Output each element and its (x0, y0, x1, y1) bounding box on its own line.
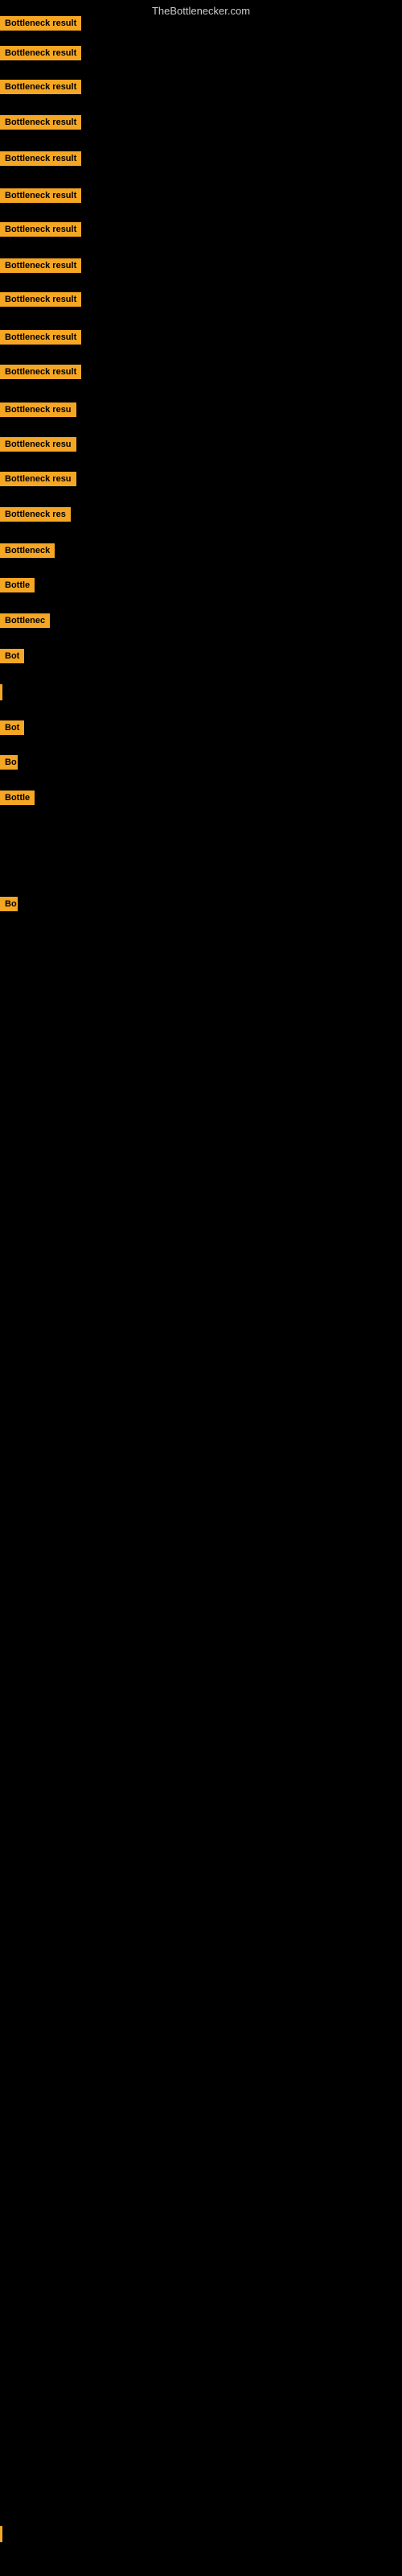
bottleneck-badge-21: Bo (0, 755, 18, 770)
bottleneck-badge-11: Bottleneck resu (0, 402, 76, 417)
bottleneck-badge-12: Bottleneck resu (0, 437, 76, 452)
vertical-bar-19 (0, 684, 2, 700)
bottleneck-badge-22: Bottle (0, 791, 35, 805)
bottleneck-badge-15: Bottleneck (0, 543, 55, 558)
bottleneck-badge-13: Bottleneck resu (0, 472, 76, 486)
bottleneck-badge-20: Bot (0, 720, 24, 735)
bottleneck-badge-8: Bottleneck result (0, 292, 81, 307)
bottleneck-badge-2: Bottleneck result (0, 80, 81, 94)
bottleneck-badge-4: Bottleneck result (0, 151, 81, 166)
bottleneck-badge-18: Bot (0, 649, 24, 663)
bottleneck-badge-7: Bottleneck result (0, 258, 81, 273)
bottleneck-badge-10: Bottleneck result (0, 365, 81, 379)
bottleneck-badge-9: Bottleneck result (0, 330, 81, 345)
bottleneck-badge-0: Bottleneck result (0, 16, 81, 31)
bottleneck-badge-6: Bottleneck result (0, 222, 81, 237)
bottleneck-badge-5: Bottleneck result (0, 188, 81, 203)
bottleneck-badge-17: Bottlenec (0, 613, 50, 628)
bottleneck-badge-3: Bottleneck result (0, 115, 81, 130)
bottleneck-badge-14: Bottleneck res (0, 507, 71, 522)
bottleneck-badge-25: Bo (0, 897, 18, 911)
vertical-bar-71 (0, 2526, 2, 2542)
bottleneck-badge-16: Bottle (0, 578, 35, 592)
bottleneck-badge-1: Bottleneck result (0, 46, 81, 60)
